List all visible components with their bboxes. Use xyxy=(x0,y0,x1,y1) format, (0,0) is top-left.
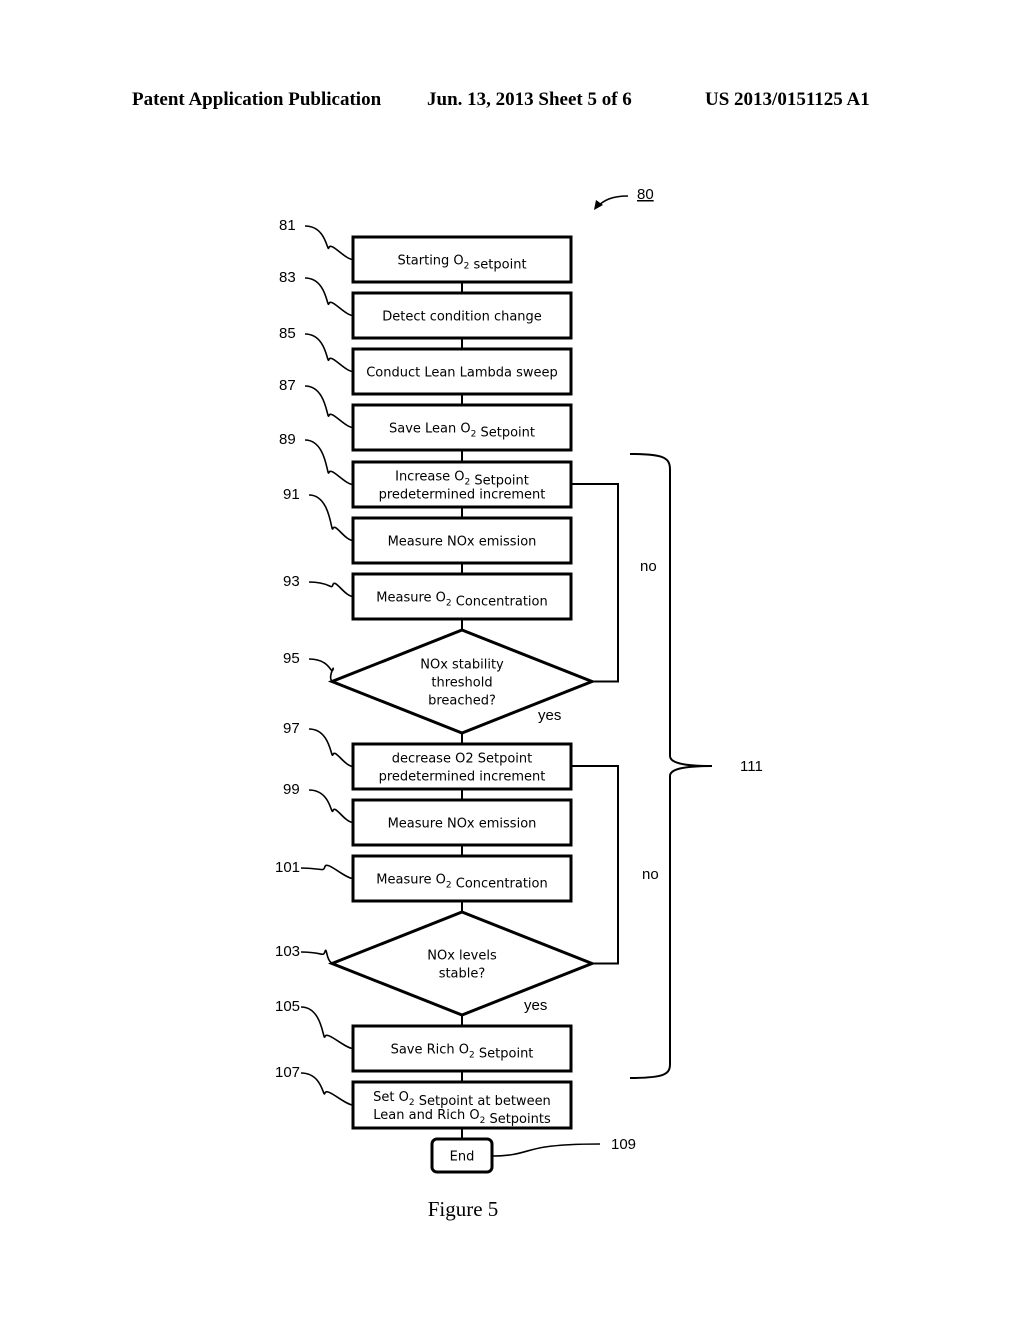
reference-number: 105 xyxy=(275,998,300,1015)
step-text: predetermined increment xyxy=(379,488,546,503)
no-label: no xyxy=(642,866,659,883)
reference-number: 107 xyxy=(275,1064,300,1081)
loop-back-line xyxy=(571,483,619,683)
flowchart: Starting O2 setpoint81 Detect condition c… xyxy=(275,186,763,1221)
leader-line xyxy=(300,1006,354,1050)
step-101: Measure O2 Concentration101 xyxy=(275,854,573,903)
leader-line xyxy=(308,789,354,824)
reference-number: 99 xyxy=(283,781,300,798)
yes-label: yes xyxy=(538,707,561,724)
leader-line xyxy=(300,1072,354,1106)
loop-back-line xyxy=(571,765,619,965)
step-text: stable? xyxy=(439,967,486,982)
leader-line xyxy=(304,277,354,317)
reference-number: 93 xyxy=(283,573,300,590)
step-text: threshold xyxy=(431,676,492,691)
reference-number: 91 xyxy=(283,486,300,503)
reference-number: 109 xyxy=(611,1136,636,1153)
step-text: Detect condition change xyxy=(382,310,542,325)
leader-line xyxy=(491,1143,601,1157)
reference-number: 101 xyxy=(275,859,300,876)
figure-reference-number: 80 xyxy=(637,186,654,203)
brace-reference-number: 111 xyxy=(740,758,763,775)
step-text: Measure NOx emission xyxy=(388,535,537,550)
arrowhead-icon xyxy=(594,200,603,210)
reference-number: 103 xyxy=(275,943,300,960)
step-109: End 109 xyxy=(430,1136,636,1174)
reference-number: 83 xyxy=(279,269,296,286)
step-text: breached? xyxy=(428,694,496,709)
leader-line xyxy=(304,439,354,486)
step-97: decrease O2 Setpoint predetermined increm… xyxy=(283,720,573,791)
reference-number: 97 xyxy=(283,720,300,737)
step-99: Measure NOx emission 99 xyxy=(283,781,573,847)
leader-line xyxy=(300,864,354,880)
reference-number: 95 xyxy=(283,650,300,667)
leader-line xyxy=(308,494,354,542)
reference-number: 87 xyxy=(279,377,296,394)
step-text: decrease O2 Setpoint xyxy=(392,752,532,767)
leader-line xyxy=(308,581,354,598)
leader-line xyxy=(304,385,354,429)
decision-diamond xyxy=(327,910,597,1017)
leader-line xyxy=(304,333,354,373)
step-81: Starting O2 setpoint81 xyxy=(279,217,573,284)
reference-number: 85 xyxy=(279,325,296,342)
figure-caption: Figure 5 xyxy=(428,1197,499,1221)
reference-number: 89 xyxy=(279,431,296,448)
leader-line xyxy=(304,225,354,261)
step-93: Measure O2 Concentration93 xyxy=(283,572,573,621)
yes-label: yes xyxy=(524,997,547,1014)
step-text: predetermined increment xyxy=(379,770,546,785)
step-text: Conduct Lean Lambda sweep xyxy=(366,366,558,381)
no-label: no xyxy=(640,558,657,575)
brace-111 xyxy=(629,453,713,1079)
step-text: NOx levels xyxy=(427,949,497,964)
reference-number: 81 xyxy=(279,217,296,234)
leader-line xyxy=(308,728,354,768)
step-text: Measure NOx emission xyxy=(388,817,537,832)
leader-line xyxy=(308,658,335,683)
step-text: NOx stability xyxy=(420,658,504,673)
leader-line xyxy=(300,949,335,965)
step-text: End xyxy=(450,1150,475,1165)
step-107: Set O2 Setpoint at betweenLean and Rich … xyxy=(275,1064,573,1130)
